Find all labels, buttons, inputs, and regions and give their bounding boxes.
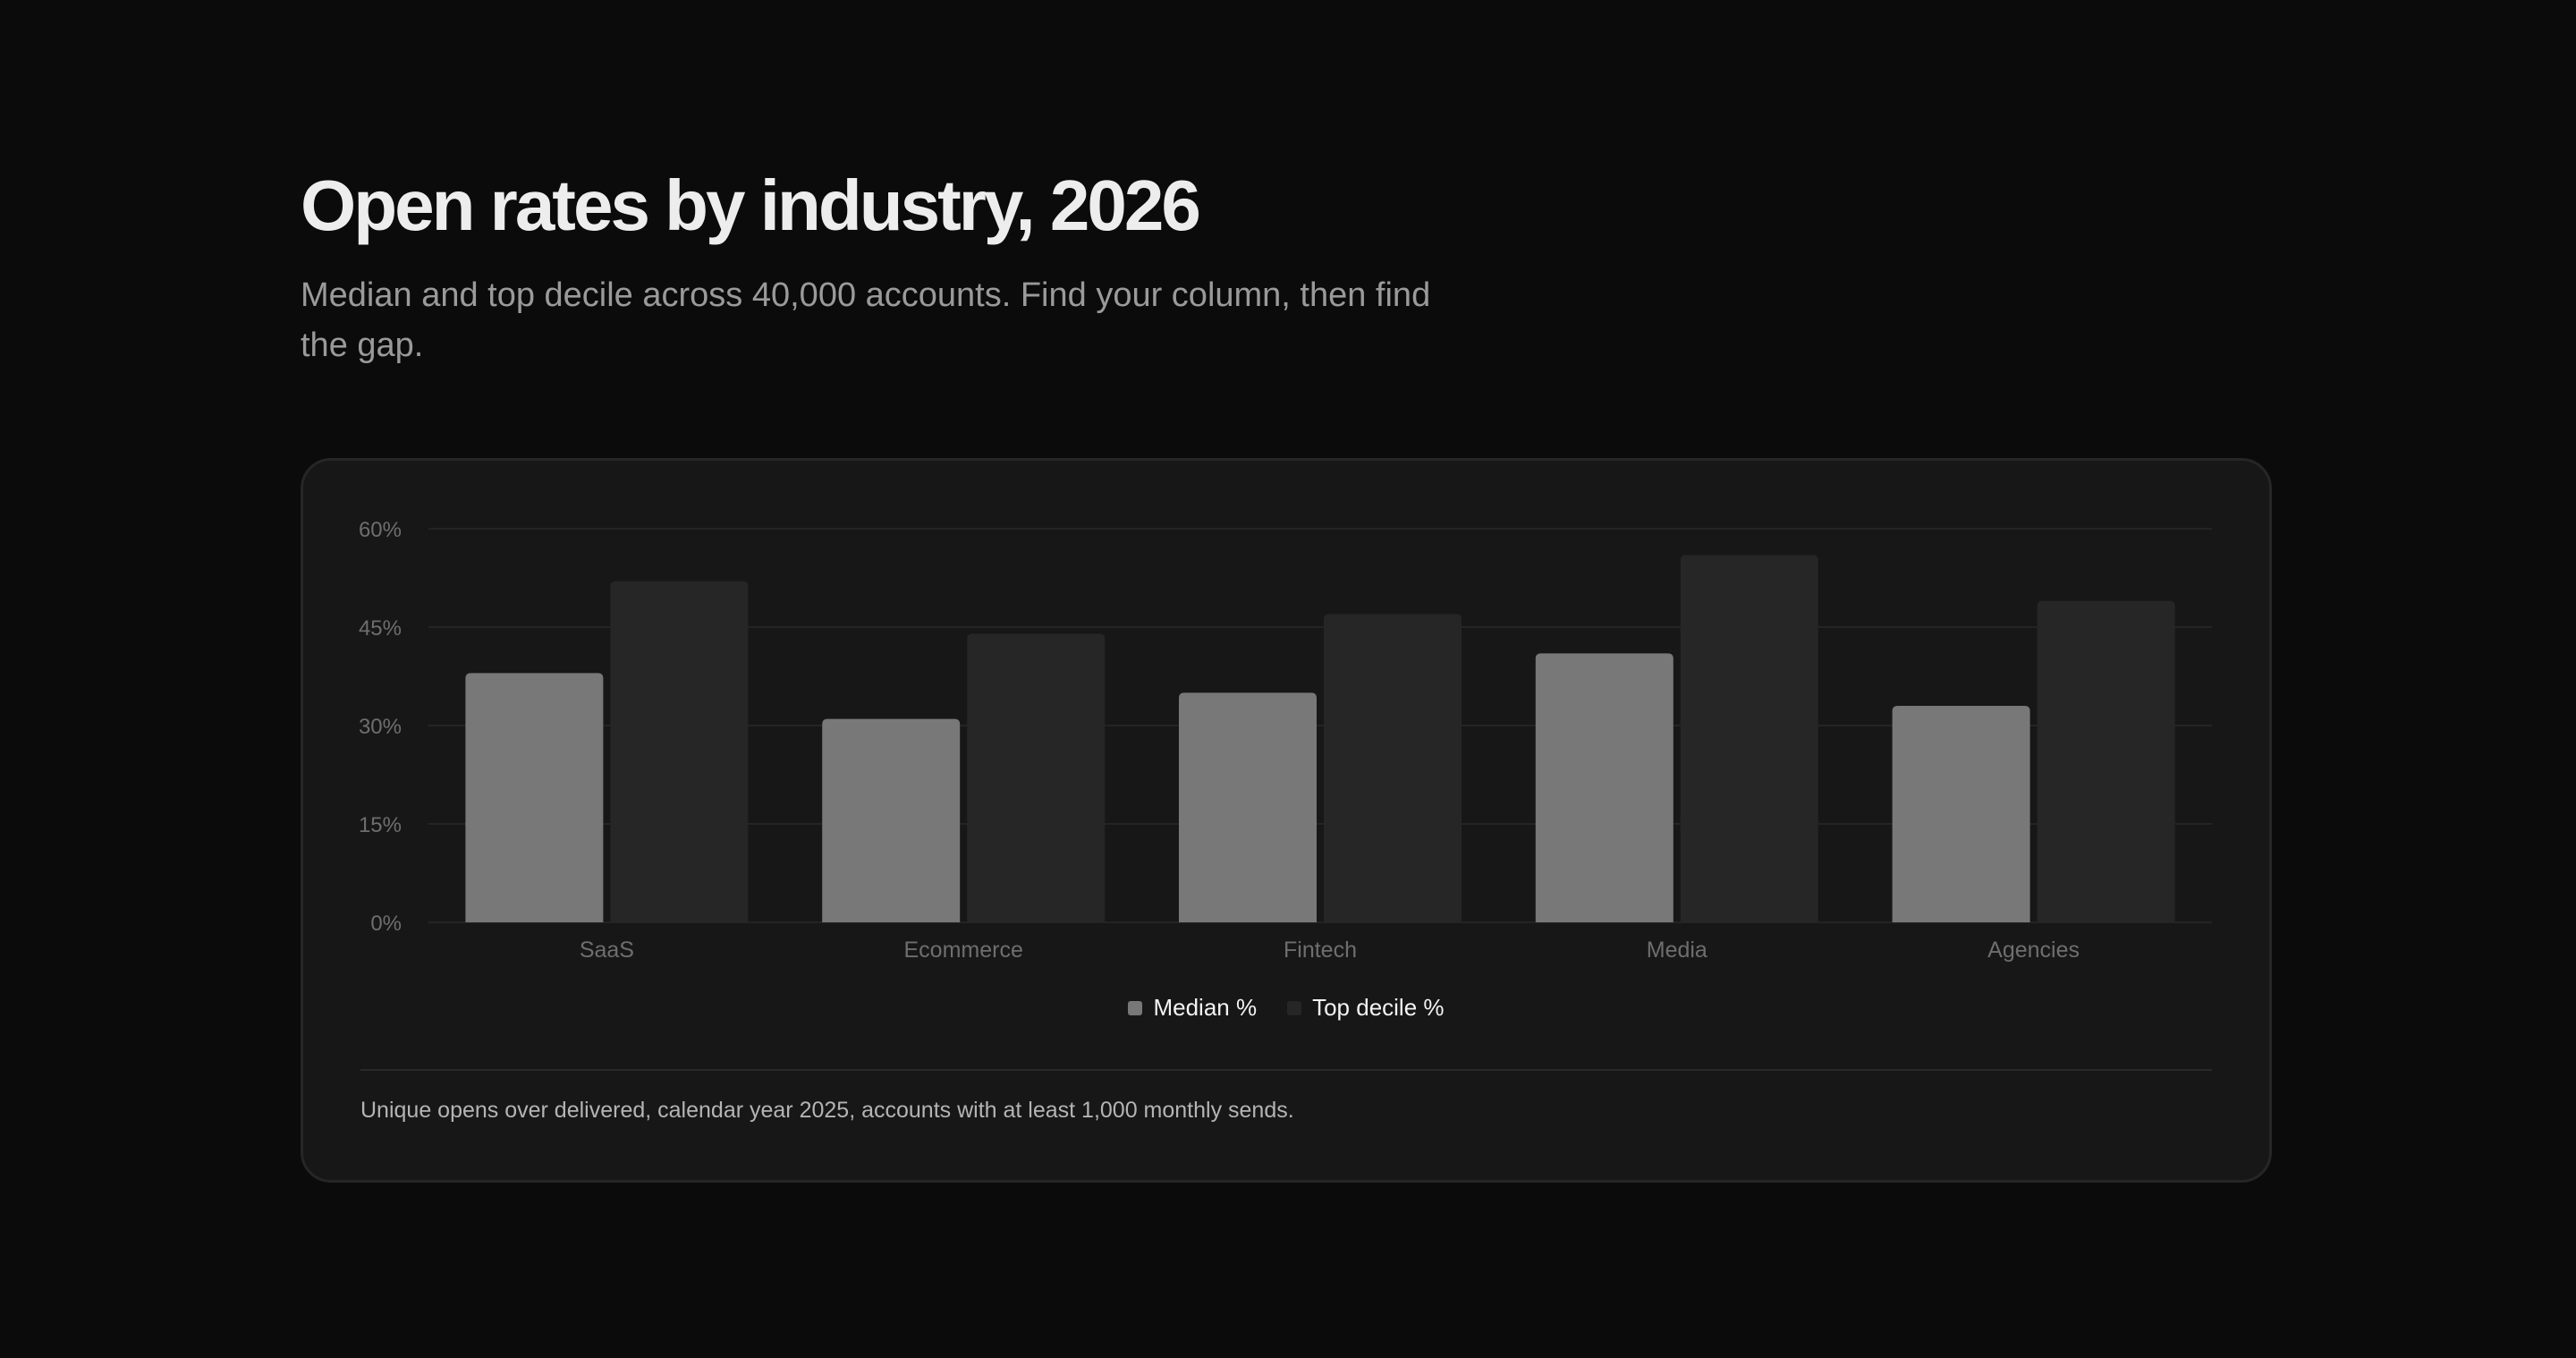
- x-tick-label: Ecommerce: [904, 938, 1023, 963]
- bar-top-decile: [967, 633, 1106, 922]
- bar-median: [1892, 706, 2030, 922]
- bar-group: [822, 633, 1106, 922]
- bar-median: [1535, 653, 1674, 922]
- y-tick-label: 0%: [370, 912, 402, 936]
- y-tick-label: 60%: [359, 518, 402, 542]
- bar-top-decile: [1680, 555, 1818, 922]
- bar-top-decile: [1324, 614, 1462, 922]
- bar-median: [1179, 692, 1317, 922]
- chart-legend: Median % Top decile %: [303, 994, 2269, 1022]
- x-tick-label: Fintech: [1284, 938, 1357, 963]
- chart-card: 0% 15% 30% 45% 60% SaaS Ecommerce Fintech Media A…: [301, 458, 2272, 1183]
- y-tick-label: 30%: [359, 715, 402, 739]
- legend-swatch-top-decile: [1287, 1000, 1302, 1015]
- bar-top-decile: [2037, 600, 2175, 922]
- card-divider: [360, 1069, 2212, 1071]
- chart-footnote: Unique opens over delivered, calendar ye…: [360, 1098, 1294, 1123]
- bar-group: [1535, 555, 1818, 922]
- bar-chart: 0% 15% 30% 45% 60% SaaS Ecommerce Fintech Media A…: [359, 518, 2212, 963]
- legend-label-median: Median %: [1153, 994, 1258, 1021]
- legend-item-top-decile[interactable]: Top decile %: [1287, 994, 1445, 1022]
- bar-group: [1179, 614, 1462, 922]
- y-tick-label: 45%: [359, 616, 402, 641]
- bar-group: [1892, 600, 2175, 922]
- x-tick-label: SaaS: [580, 938, 634, 963]
- x-tick-label: Agencies: [1987, 938, 2080, 963]
- page: Open rates by industry, 2026 Median and …: [0, 0, 2576, 1358]
- bar-group: [465, 581, 749, 922]
- legend-label-top-decile: Top decile %: [1312, 994, 1445, 1021]
- bar-median: [822, 718, 961, 922]
- y-tick-label: 15%: [359, 813, 402, 837]
- page-subtitle: Median and top decile across 40,000 acco…: [301, 276, 1431, 364]
- page-title: Open rates by industry, 2026: [301, 166, 1201, 245]
- legend-item-median[interactable]: Median %: [1128, 994, 1257, 1022]
- bar-top-decile: [610, 581, 749, 922]
- legend-swatch-median: [1128, 1000, 1143, 1015]
- bar-median: [465, 673, 604, 922]
- x-tick-label: Media: [1647, 938, 1707, 963]
